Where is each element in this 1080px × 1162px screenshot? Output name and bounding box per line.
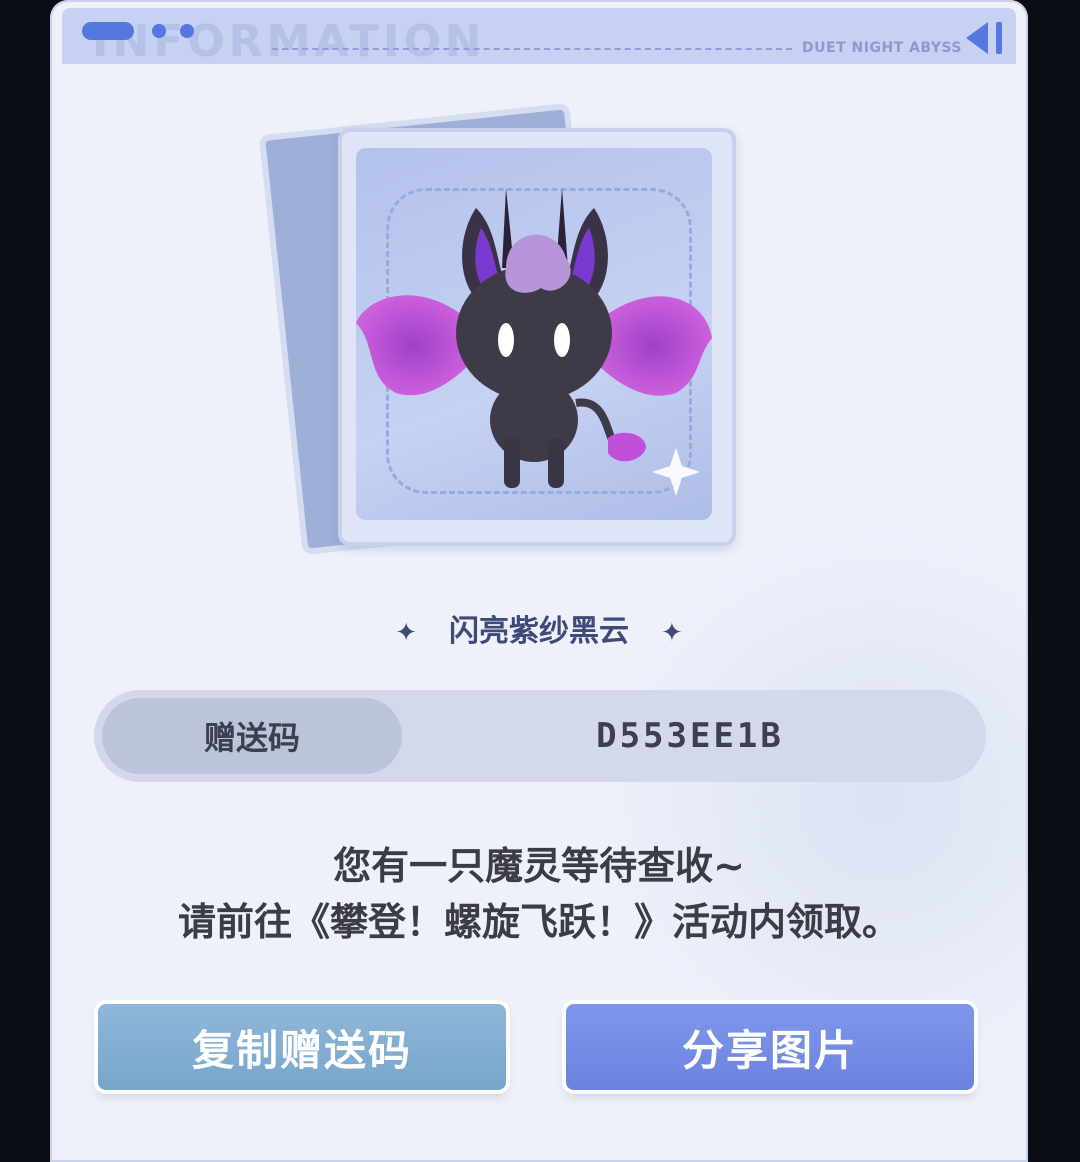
item-name: 闪亮紫纱黑云	[449, 614, 629, 649]
collapse-bar-icon	[996, 22, 1002, 54]
gift-code-bar: 赠送码 D553EE1B	[94, 690, 986, 782]
header-watermark: INFORMATION	[92, 16, 486, 67]
gift-panel: INFORMATION DUET NIGHT ABYSS ✦ 闪亮紫纱黑云 ✦ …	[50, 0, 1028, 1162]
item-name-row: ✦ 闪亮紫纱黑云 ✦	[50, 606, 1028, 650]
creature-illustration	[356, 188, 712, 496]
panel-header: INFORMATION DUET NIGHT ABYSS	[62, 8, 1016, 67]
item-card	[338, 128, 736, 546]
message-line-2: 请前往《攀登！螺旋飞跃！》活动内领取。	[177, 900, 900, 944]
gift-code-label: 赠送码	[102, 698, 402, 774]
header-dot-icon	[152, 24, 166, 38]
instruction-message: 您有一只魔灵等待查收~ 请前往《攀登！螺旋飞跃！》活动内领取。	[50, 838, 1028, 950]
header-divider	[272, 48, 792, 50]
header-pill-icon	[82, 22, 134, 40]
collapse-triangle-icon[interactable]	[966, 22, 988, 54]
sparkle-star-icon: ✦	[661, 617, 683, 648]
gift-code-value: D553EE1B	[596, 716, 784, 756]
header-dot-icon	[180, 24, 194, 38]
sparkle-star-icon: ✦	[395, 617, 417, 648]
share-image-button[interactable]: 分享图片	[566, 1004, 974, 1090]
message-line-1: 您有一只魔灵等待查收~	[333, 844, 745, 888]
copy-gift-code-button[interactable]: 复制赠送码	[98, 1004, 506, 1090]
item-card-image	[356, 148, 712, 520]
header-brand: DUET NIGHT ABYSS	[802, 40, 962, 56]
